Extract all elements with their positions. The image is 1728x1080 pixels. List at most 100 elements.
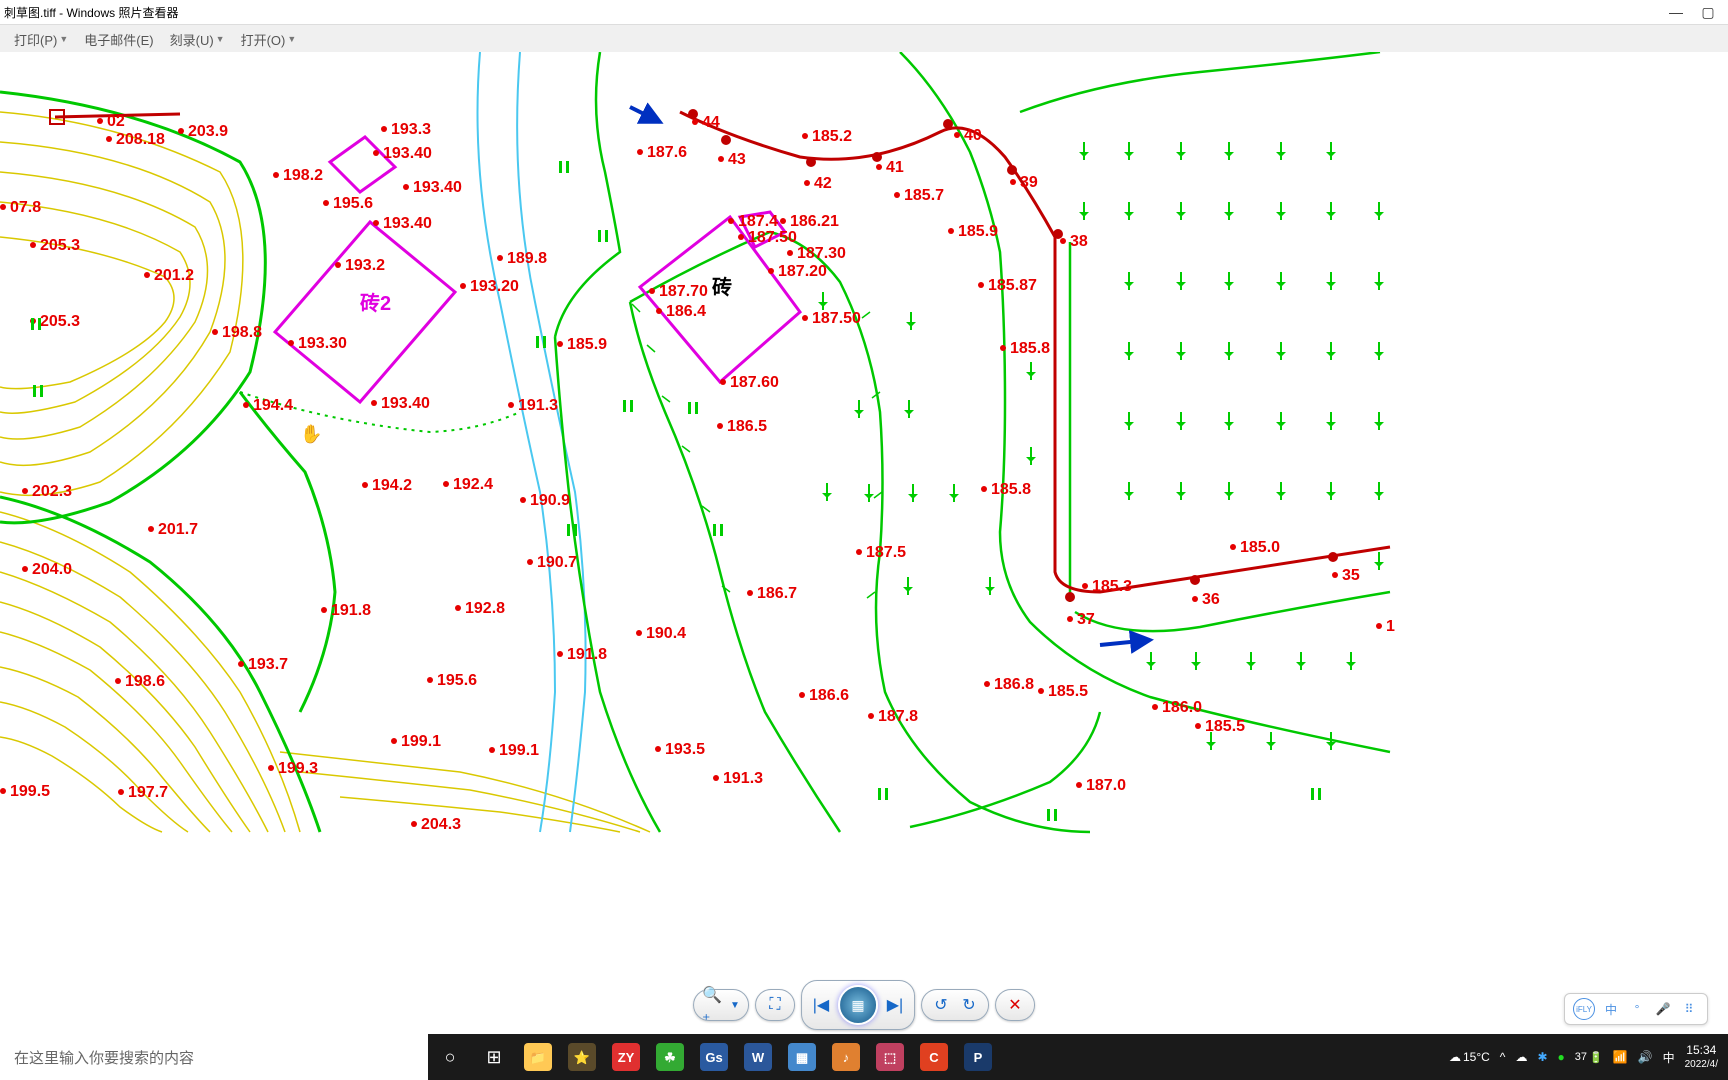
wechat-icon[interactable]: ●	[1558, 1050, 1565, 1064]
elevation-label: 1	[1376, 619, 1395, 635]
onedrive-icon[interactable]: ☁	[1515, 1050, 1527, 1064]
cortana-icon[interactable]: ○	[428, 1034, 472, 1080]
elevation-label: 187.30	[787, 246, 846, 262]
minimize-icon[interactable]: —	[1660, 4, 1692, 20]
elevation-label: 187.20	[768, 264, 827, 280]
elevation-label: 193.40	[373, 146, 432, 162]
elevation-label: 02	[97, 114, 125, 130]
app-word-icon[interactable]: W	[736, 1034, 780, 1080]
rotate-right-button[interactable]: ↻	[958, 994, 980, 1016]
vegetation-arrow-icon	[1350, 652, 1352, 670]
app-favorites-icon[interactable]: ⭐	[560, 1034, 604, 1080]
ime-lang-tray[interactable]: 中	[1663, 1049, 1675, 1066]
ime-toolbar[interactable]: iFLY 中 ° 🎤 ⠿	[1564, 993, 1708, 1025]
vegetation-arrow-icon	[1210, 732, 1212, 750]
elevation-label: 208.18	[106, 132, 165, 148]
app-zy-icon[interactable]: ZY	[604, 1034, 648, 1080]
elevation-label: 42	[804, 176, 832, 192]
elevation-label: 185.8	[981, 482, 1031, 498]
vegetation-arrow-icon	[1300, 652, 1302, 670]
elevation-label: 186.7	[747, 586, 797, 602]
grass-symbol-icon	[33, 385, 43, 397]
taskbar: 在这里输入你要搜索的内容 ○ ⊞ 📁 ⭐ ZY ☘ Gs W ▦ ♪ ⬚ C P…	[0, 1034, 1728, 1080]
ime-lang-button[interactable]: 中	[1601, 999, 1621, 1019]
vegetation-arrow-icon	[1330, 342, 1332, 360]
elevation-label: 203.9	[178, 124, 228, 140]
ime-punct-button[interactable]: °	[1627, 999, 1647, 1019]
elevation-label: 190.4	[636, 626, 686, 642]
menu-open[interactable]: 打开(O)▼	[235, 28, 303, 51]
elevation-label: 187.50	[738, 230, 797, 246]
vegetation-arrow-icon	[1150, 652, 1152, 670]
clock[interactable]: 15:34 2022/4/	[1685, 1044, 1718, 1070]
elevation-label: 193.5	[655, 742, 705, 758]
taskview-icon[interactable]: ⊞	[472, 1034, 516, 1080]
explorer-icon[interactable]: 📁	[516, 1034, 560, 1080]
grass-symbol-icon	[598, 230, 608, 242]
elevation-label: 41	[876, 160, 904, 176]
ime-logo-icon[interactable]: iFLY	[1573, 998, 1595, 1020]
elevation-label: 38	[1060, 234, 1088, 250]
vegetation-arrow-icon	[1378, 202, 1380, 220]
battery-icon[interactable]: 37 🔋	[1575, 1051, 1603, 1064]
elevation-label: 191.3	[508, 398, 558, 414]
wifi-icon[interactable]: 📶	[1613, 1050, 1628, 1064]
vegetation-arrow-icon	[1250, 652, 1252, 670]
grass-symbol-icon	[1311, 788, 1321, 800]
vegetation-arrow-icon	[1270, 732, 1272, 750]
elevation-label: 07.8	[0, 200, 41, 216]
elevation-label: 193.30	[288, 336, 347, 352]
elevation-label: 199.5	[0, 784, 50, 800]
elevation-label: 39	[1010, 175, 1038, 191]
window-titlebar: 刺草图.tiff - Windows 照片查看器 — ▢	[0, 0, 1728, 25]
weather-widget[interactable]: ☁ 15°C	[1449, 1050, 1490, 1064]
menu-email[interactable]: 电子邮件(E)	[78, 28, 159, 51]
vegetation-arrow-icon	[1083, 202, 1085, 220]
app-p-icon[interactable]: P	[956, 1034, 1000, 1080]
elevation-label: 201.7	[148, 522, 198, 538]
volume-icon[interactable]: 🔊	[1638, 1050, 1653, 1064]
elevation-label: 195.6	[427, 673, 477, 689]
tray-app-icon[interactable]: ✱	[1537, 1050, 1547, 1064]
app-gs-icon[interactable]: Gs	[692, 1034, 736, 1080]
zoom-in-button[interactable]: 🔍₊	[702, 994, 724, 1016]
vegetation-arrow-icon	[1280, 482, 1282, 500]
elevation-label: 185.87	[978, 278, 1037, 294]
fit-button[interactable]: ⛶	[764, 994, 786, 1016]
ime-mic-button[interactable]: 🎤	[1653, 999, 1673, 1019]
tray-expand-icon[interactable]: ^	[1500, 1050, 1506, 1064]
maximize-icon[interactable]: ▢	[1692, 4, 1724, 21]
taskbar-search[interactable]: 在这里输入你要搜索的内容	[0, 1034, 428, 1080]
viewer-controls: 🔍₊ ▼ ⛶ |◀ ▦ ▶| ↺ ↻ ✕	[693, 980, 1035, 1030]
elevation-label: 204.3	[411, 817, 461, 833]
ime-grid-button[interactable]: ⠿	[1679, 999, 1699, 1019]
app-music-icon[interactable]: ♪	[824, 1034, 868, 1080]
next-button[interactable]: ▶|	[884, 994, 906, 1016]
elevation-label: 198.2	[273, 168, 323, 184]
vegetation-arrow-icon	[1128, 342, 1130, 360]
slideshow-button[interactable]: ▦	[838, 985, 878, 1025]
elevation-label: 185.9	[948, 224, 998, 240]
app-pro-icon[interactable]: ⬚	[868, 1034, 912, 1080]
elevation-label: 194.4	[243, 398, 293, 414]
image-canvas[interactable]: 砖2 砖 208.18203.902198.207.8195.6193.3193…	[0, 52, 1728, 1034]
delete-button[interactable]: ✕	[1004, 994, 1026, 1016]
rotate-left-button[interactable]: ↺	[930, 994, 952, 1016]
elevation-label: 198.8	[212, 325, 262, 341]
menu-burn[interactable]: 刻录(U)▼	[164, 28, 231, 51]
vegetation-arrow-icon	[1128, 202, 1130, 220]
app-photos-icon[interactable]: ▦	[780, 1034, 824, 1080]
vegetation-arrow-icon	[1180, 142, 1182, 160]
prev-button[interactable]: |◀	[810, 994, 832, 1016]
elevation-label: 192.4	[443, 477, 493, 493]
app-clover-icon[interactable]: ☘	[648, 1034, 692, 1080]
app-c-icon[interactable]: C	[912, 1034, 956, 1080]
menu-print[interactable]: 打印(P)▼	[8, 28, 74, 51]
elevation-label: 190.9	[520, 493, 570, 509]
elevation-label: 191.8	[557, 647, 607, 663]
elevation-label: 187.60	[720, 375, 779, 391]
elevation-label: 186.5	[717, 419, 767, 435]
vegetation-arrow-icon	[1180, 202, 1182, 220]
grass-symbol-icon	[713, 524, 723, 536]
menubar: 打印(P)▼ 电子邮件(E) 刻录(U)▼ 打开(O)▼	[0, 25, 1728, 54]
